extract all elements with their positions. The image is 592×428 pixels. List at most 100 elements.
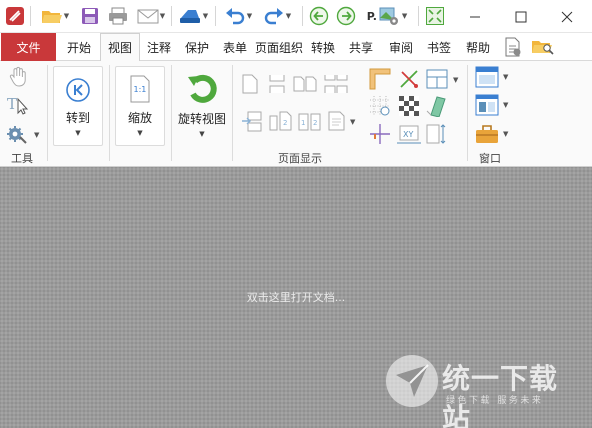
p-tools-button[interactable]: P. ▼: [361, 4, 413, 28]
chevron-down-icon[interactable]: ▼: [503, 101, 508, 109]
email-icon: [137, 9, 159, 24]
separate-cover-icon[interactable]: 2: [268, 109, 294, 133]
find-folder-icon[interactable]: [530, 36, 556, 58]
svg-text:T: T: [7, 95, 17, 113]
tab-convert[interactable]: 转换: [306, 33, 340, 61]
chevron-down-icon[interactable]: ▼: [203, 12, 208, 20]
guides-icon[interactable]: [368, 122, 392, 146]
tab-page-organize[interactable]: 页面组织: [255, 33, 304, 61]
tile-windows-icon[interactable]: [474, 93, 500, 117]
toolbar-divider: [30, 6, 31, 26]
chevron-down-icon: ▼: [199, 130, 205, 138]
two-page-cover-icon[interactable]: 12: [297, 109, 325, 133]
open-document-hint: 双击这里打开文档...: [246, 291, 346, 304]
tab-bookmark[interactable]: 书签: [422, 33, 456, 61]
redo-icon: [264, 8, 283, 25]
transparency-grid-icon[interactable]: [397, 94, 421, 118]
chevron-down-icon[interactable]: ▼: [503, 73, 508, 81]
print-button[interactable]: [105, 4, 131, 28]
settings-gear-icon[interactable]: [5, 122, 29, 146]
close-icon: [561, 11, 573, 22]
goto-label: 转到: [65, 111, 90, 125]
group-divider: [171, 65, 172, 161]
undo-icon: [225, 8, 244, 25]
p-tools-label: P.: [366, 9, 377, 23]
svg-text:1: 1: [301, 119, 305, 127]
chevron-down-icon: ▼: [137, 129, 143, 137]
page-transition-icon[interactable]: [240, 109, 264, 133]
chevron-down-icon[interactable]: ▼: [402, 12, 407, 20]
page-display-group-label: 页面显示: [278, 152, 322, 165]
goto-first-icon: [66, 78, 90, 102]
goto-button[interactable]: 转到 ▼: [53, 66, 103, 146]
chevron-down-icon[interactable]: ▼: [503, 130, 508, 138]
chevron-down-icon[interactable]: ▼: [34, 131, 39, 139]
fullscreen-icon: [426, 7, 444, 25]
toolbar-divider: [171, 6, 172, 26]
fullscreen-button[interactable]: [423, 4, 447, 28]
svg-text:XY: XY: [403, 130, 413, 139]
snap-to-grid-icon[interactable]: [397, 67, 421, 91]
rulers-icon[interactable]: [368, 67, 392, 91]
rotate-icon: [188, 74, 217, 103]
maximize-button[interactable]: [498, 0, 544, 33]
ribbon-view-panel: T ▼ 工具 转到 ▼ 1:1 缩放 ▼ 旋转视图 ▼ 2 1 2 ▼ 页面显示…: [0, 61, 592, 167]
maximize-icon: [515, 11, 527, 22]
p-tools-icon: [379, 7, 398, 25]
single-page-icon[interactable]: [240, 73, 260, 95]
save-button[interactable]: [78, 4, 102, 28]
chevron-down-icon[interactable]: ▼: [247, 12, 252, 20]
forward-button[interactable]: [334, 4, 358, 28]
tab-protect[interactable]: 保护: [180, 33, 214, 61]
chevron-down-icon[interactable]: ▼: [350, 118, 355, 126]
tab-share[interactable]: 共享: [344, 33, 378, 61]
chevron-down-icon[interactable]: ▼: [160, 12, 165, 20]
rotate-view-button[interactable]: 旋转视图 ▼: [175, 66, 229, 146]
show-grid-icon[interactable]: [368, 94, 392, 118]
tab-file[interactable]: 文件: [1, 33, 56, 61]
select-text-icon[interactable]: T: [5, 93, 31, 117]
pdf-reader-window: ▼ ▼ ▼ ▼ ▼ P. ▼ 文件 开始 视图 注释 保护 表单 页面组织 转换…: [0, 0, 592, 428]
tab-home[interactable]: 开始: [60, 33, 98, 61]
scan-button[interactable]: ▼: [174, 4, 212, 28]
facing-pages-icon[interactable]: [292, 73, 318, 95]
document-area[interactable]: 双击这里打开文档... 统一下载站 绿色下载 服务未来: [0, 167, 592, 428]
tab-help[interactable]: 帮助: [461, 33, 495, 61]
minimize-icon: [470, 16, 480, 17]
save-icon: [82, 8, 98, 24]
zoom-button[interactable]: 1:1 缩放 ▼: [115, 66, 165, 146]
continuous-page-icon[interactable]: [266, 73, 288, 95]
tab-comment[interactable]: 注释: [142, 33, 176, 61]
page-layout-more-icon[interactable]: [327, 109, 347, 133]
tab-review[interactable]: 审阅: [384, 33, 418, 61]
workspace-toolbox-icon[interactable]: [474, 122, 500, 146]
scan-icon: [179, 10, 200, 23]
toolbar-divider: [215, 6, 216, 26]
forward-icon: [336, 6, 356, 26]
split-window-icon[interactable]: [424, 67, 450, 91]
minimize-button[interactable]: [452, 0, 498, 33]
chevron-down-icon[interactable]: ▼: [286, 12, 291, 20]
toolbar-divider: [302, 6, 303, 26]
close-button[interactable]: [544, 0, 590, 33]
page-size-icon[interactable]: [424, 122, 448, 146]
app-logo-icon[interactable]: [4, 4, 26, 28]
open-button[interactable]: ▼: [36, 4, 74, 28]
tab-view[interactable]: 视图: [100, 33, 140, 62]
undo-button[interactable]: ▼: [220, 4, 256, 28]
back-button[interactable]: [307, 4, 331, 28]
open-folder-icon: [41, 11, 62, 23]
redo-button[interactable]: ▼: [258, 4, 296, 28]
tab-form[interactable]: 表单: [218, 33, 252, 61]
chevron-down-icon[interactable]: ▼: [453, 76, 458, 84]
new-window-icon[interactable]: [474, 65, 500, 89]
document-tools-icon[interactable]: [502, 36, 524, 58]
group-divider: [47, 65, 48, 161]
email-button[interactable]: ▼: [133, 4, 169, 28]
continuous-facing-icon[interactable]: [323, 73, 349, 95]
background-color-icon[interactable]: [424, 94, 448, 118]
chevron-down-icon[interactable]: ▼: [64, 12, 69, 20]
coordinates-icon[interactable]: XY: [395, 122, 423, 146]
hand-tool-icon[interactable]: [6, 65, 30, 89]
rotate-view-label: 旋转视图: [177, 112, 226, 126]
